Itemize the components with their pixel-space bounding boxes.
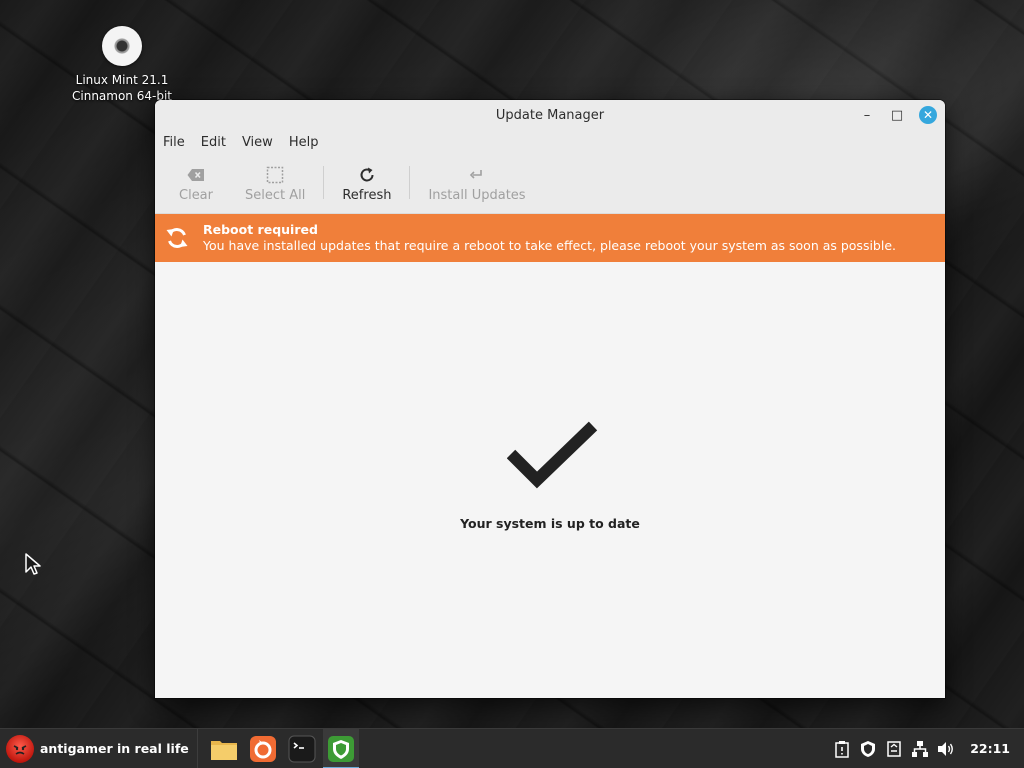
refresh-button[interactable]: Refresh: [326, 154, 407, 213]
shield-icon[interactable]: [858, 739, 878, 759]
menu-file[interactable]: File: [163, 135, 193, 150]
menu-bar: File Edit View Help: [155, 130, 945, 154]
disc-icon: [102, 26, 142, 66]
install-updates-button[interactable]: Install Updates: [412, 154, 541, 213]
start-menu-label: antigamer in real life: [40, 741, 189, 756]
notes-icon[interactable]: [884, 739, 904, 759]
taskbar-divider: [196, 728, 198, 768]
clock[interactable]: 22:11: [970, 741, 1010, 756]
update-manager-icon[interactable]: [322, 728, 359, 768]
files-icon[interactable]: [206, 729, 242, 768]
banner-message: You have installed updates that require …: [203, 238, 897, 253]
desktop-icon-label-line1: Linux Mint 21.1: [75, 73, 169, 87]
install-updates-label: Install Updates: [428, 188, 526, 203]
terminal-icon[interactable]: [284, 729, 320, 768]
reboot-required-banner: Reboot required You have installed updat…: [155, 214, 945, 262]
toolbar: Clear Select All Refresh Install Updates: [155, 154, 945, 214]
clear-button[interactable]: Clear: [163, 154, 229, 213]
clear-label: Clear: [179, 188, 213, 203]
checkmark-icon: [506, 420, 599, 496]
close-button[interactable]: ✕: [919, 106, 937, 124]
enter-arrow-icon: [469, 164, 485, 186]
status-message: Your system is up to date: [460, 516, 640, 531]
refresh-icon: [358, 164, 376, 186]
taskbar: antigamer in real life 22:11: [0, 728, 1024, 768]
clipboard-icon[interactable]: [832, 739, 852, 759]
angry-face-icon: [6, 734, 34, 763]
system-tray: 22:11: [832, 739, 1024, 759]
window-controls: – □ ✕: [855, 105, 937, 125]
title-bar[interactable]: Update Manager – □ ✕: [155, 100, 945, 130]
volume-icon[interactable]: [936, 739, 956, 759]
update-manager-window: Update Manager – □ ✕ File Edit View Help…: [155, 100, 945, 698]
menu-view[interactable]: View: [242, 135, 281, 150]
select-all-label: Select All: [245, 188, 306, 203]
network-icon[interactable]: [910, 739, 930, 759]
refresh-label: Refresh: [342, 188, 392, 203]
update-list-area: Your system is up to date: [155, 262, 945, 698]
backspace-icon: [187, 164, 205, 186]
select-all-button[interactable]: Select All: [229, 154, 321, 213]
window-title: Update Manager: [495, 107, 605, 123]
menu-help[interactable]: Help: [289, 135, 327, 150]
toolbar-separator: [323, 166, 325, 199]
banner-title: Reboot required: [203, 222, 318, 237]
firefox-icon[interactable]: [245, 729, 281, 768]
menu-edit[interactable]: Edit: [201, 135, 234, 150]
maximize-button[interactable]: □: [885, 105, 909, 125]
desktop-icon-linux-mint[interactable]: Linux Mint 21.1 Cinnamon 64-bit: [62, 26, 182, 104]
minimize-button[interactable]: –: [855, 105, 879, 125]
mouse-cursor-icon: [24, 552, 42, 580]
start-menu-button[interactable]: antigamer in real life: [0, 729, 197, 768]
select-all-icon: [266, 164, 284, 186]
reboot-icon: [163, 224, 191, 252]
toolbar-separator: [409, 166, 411, 199]
